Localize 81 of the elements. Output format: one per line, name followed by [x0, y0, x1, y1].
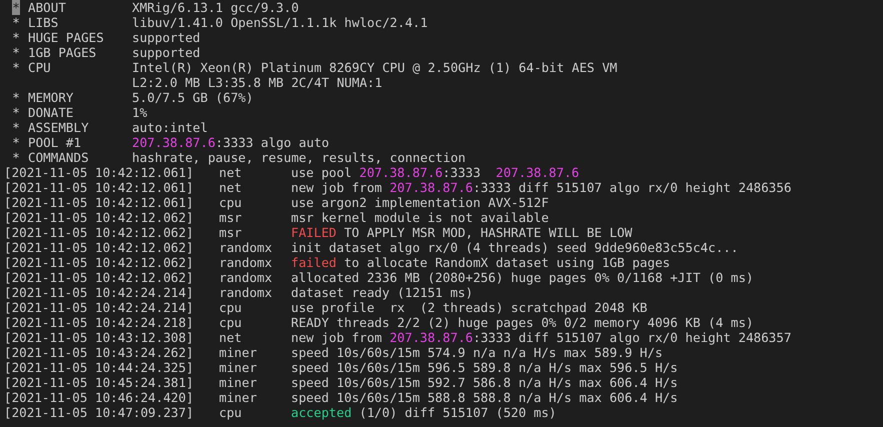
log-timestamp: [2021-11-05 10:42:12.062]	[4, 270, 195, 285]
info-value: 1%	[132, 105, 148, 120]
log-message: accepted (1/0) diff 515107 (520 ms)	[291, 405, 556, 420]
log-timestamp: [2021-11-05 10:42:12.061]	[4, 180, 195, 195]
log-timestamp: [2021-11-05 10:42:24.214]	[4, 300, 195, 315]
log-tag: net	[219, 165, 291, 180]
log-timestamp: [2021-11-05 10:43:12.308]	[4, 330, 195, 345]
log-timestamp: [2021-11-05 10:46:24.420]	[4, 390, 195, 405]
bullet: *	[12, 45, 20, 60]
log-timestamp: [2021-11-05 10:42:24.214]	[4, 285, 195, 300]
log-message: speed 10s/60s/15m 588.8 588.8 n/a H/s max 606.4 H/s	[291, 390, 678, 405]
bullet: *	[12, 150, 20, 165]
info-label: LIBS	[28, 15, 60, 30]
bullet: *	[12, 120, 20, 135]
info-label: CPU	[28, 60, 52, 77]
info-value: 5.0/7.5 GB (67%)	[132, 90, 254, 105]
log-tag: net	[219, 330, 291, 345]
log-message: speed 10s/60s/15m 596.5 589.8 n/a H/s max 596.5 H/s	[291, 360, 678, 375]
log-tag: net	[219, 180, 291, 195]
bullet: *	[12, 90, 20, 105]
info-label: COMMANDS	[28, 150, 90, 165]
info-value: 207.38.87.6:3333 algo auto	[132, 135, 330, 150]
log-timestamp: [2021-11-05 10:42:24.218]	[4, 315, 195, 330]
log-tag: randomx	[219, 240, 291, 255]
info-label: 1GB PAGES	[28, 45, 98, 60]
log-tag: cpu	[219, 405, 291, 420]
log-timestamp: [2021-11-05 10:43:24.262]	[4, 345, 195, 360]
info-value: XMRig/6.13.1 gcc/9.3.0	[132, 0, 299, 15]
info-value: supported	[132, 30, 200, 45]
info-value: hashrate, pause, resume, results, connection	[132, 150, 466, 165]
bullet: *	[12, 30, 20, 45]
info-value: supported	[132, 45, 200, 60]
log-message: FAILED TO APPLY MSR MOD, HASHRATE WILL BE LOW	[291, 225, 632, 240]
log-tag: randomx	[219, 270, 291, 285]
log-tag: cpu	[219, 195, 291, 210]
log-tag: cpu	[219, 315, 291, 330]
log-message: allocated 2336 MB (2080+256) huge pages 0% 0/1168 +JIT (0 ms)	[291, 270, 754, 285]
info-label: ASSEMBLY	[28, 120, 90, 135]
log-message: failed to allocate RandomX dataset using 1GB pages	[291, 255, 670, 270]
log-message: speed 10s/60s/15m 592.7 586.8 n/a H/s max 606.4 H/s	[291, 375, 678, 390]
log-tag: msr	[219, 210, 291, 225]
log-timestamp: [2021-11-05 10:42:12.062]	[4, 255, 195, 270]
info-label: POOL #1	[28, 135, 82, 150]
bullet: *	[12, 135, 20, 150]
log-tag: miner	[219, 345, 291, 360]
bullet: *	[12, 105, 20, 120]
log-message: new job from 207.38.87.6:3333 diff 515107 algo rx/0 height 2486357	[291, 330, 792, 345]
log-message: use profile rx (2 threads) scratchpad 2048 KB	[291, 300, 648, 315]
log-timestamp: [2021-11-05 10:42:12.062]	[4, 240, 195, 255]
log-tag: miner	[219, 360, 291, 375]
info-value: libuv/1.41.0 OpenSSL/1.1.1k hwloc/2.4.1	[132, 15, 428, 30]
info-value: Intel(R) Xeon(R) Platinum 8269CY CPU @ 2.50GHz (1) 64-bit AES VM L2:2.0 MB L3:35.8 MB 2C/4T NUMA:1	[132, 60, 618, 90]
log-tag: randomx	[219, 255, 291, 270]
log-timestamp: [2021-11-05 10:42:12.062]	[4, 210, 195, 225]
info-label: DONATE	[28, 105, 74, 120]
info-label: MEMORY	[28, 90, 74, 105]
info-value: auto:intel	[132, 120, 208, 135]
log-message: use argon2 implementation AVX-512F	[291, 195, 549, 210]
log-message: msr kernel module is not available	[291, 210, 549, 225]
log-message: use pool 207.38.87.6:3333 207.38.87.6	[291, 165, 580, 180]
log-tag: miner	[219, 375, 291, 390]
log-tag: msr	[219, 225, 291, 240]
log-timestamp: [2021-11-05 10:42:12.061]	[4, 165, 195, 180]
log-timestamp: [2021-11-05 10:44:24.325]	[4, 360, 195, 375]
info-label: HUGE PAGES	[28, 30, 105, 45]
bullet: *	[12, 0, 20, 15]
log-message: new job from 207.38.87.6:3333 diff 515107 algo rx/0 height 2486356	[291, 180, 792, 195]
log-message: speed 10s/60s/15m 574.9 n/a n/a H/s max 589.9 H/s	[291, 345, 663, 360]
bullet: *	[12, 60, 20, 77]
log-timestamp: [2021-11-05 10:42:12.062]	[4, 225, 195, 240]
log-tag: miner	[219, 390, 291, 405]
bullet: *	[12, 15, 20, 30]
info-label: ABOUT	[28, 0, 67, 15]
log-timestamp: [2021-11-05 10:45:24.381]	[4, 375, 195, 390]
log-message: dataset ready (12151 ms)	[291, 285, 473, 300]
log-tag: cpu	[219, 300, 291, 315]
log-timestamp: [2021-11-05 10:47:09.237]	[4, 405, 195, 420]
log-message: init dataset algo rx/0 (4 threads) seed 9dde960e83c55c4c...	[291, 240, 738, 255]
log-message: READY threads 2/2 (2) huge pages 0% 0/2 memory 4096 KB (4 ms)	[291, 315, 754, 330]
log-timestamp: [2021-11-05 10:42:12.061]	[4, 195, 195, 210]
log-tag: randomx	[219, 285, 291, 300]
